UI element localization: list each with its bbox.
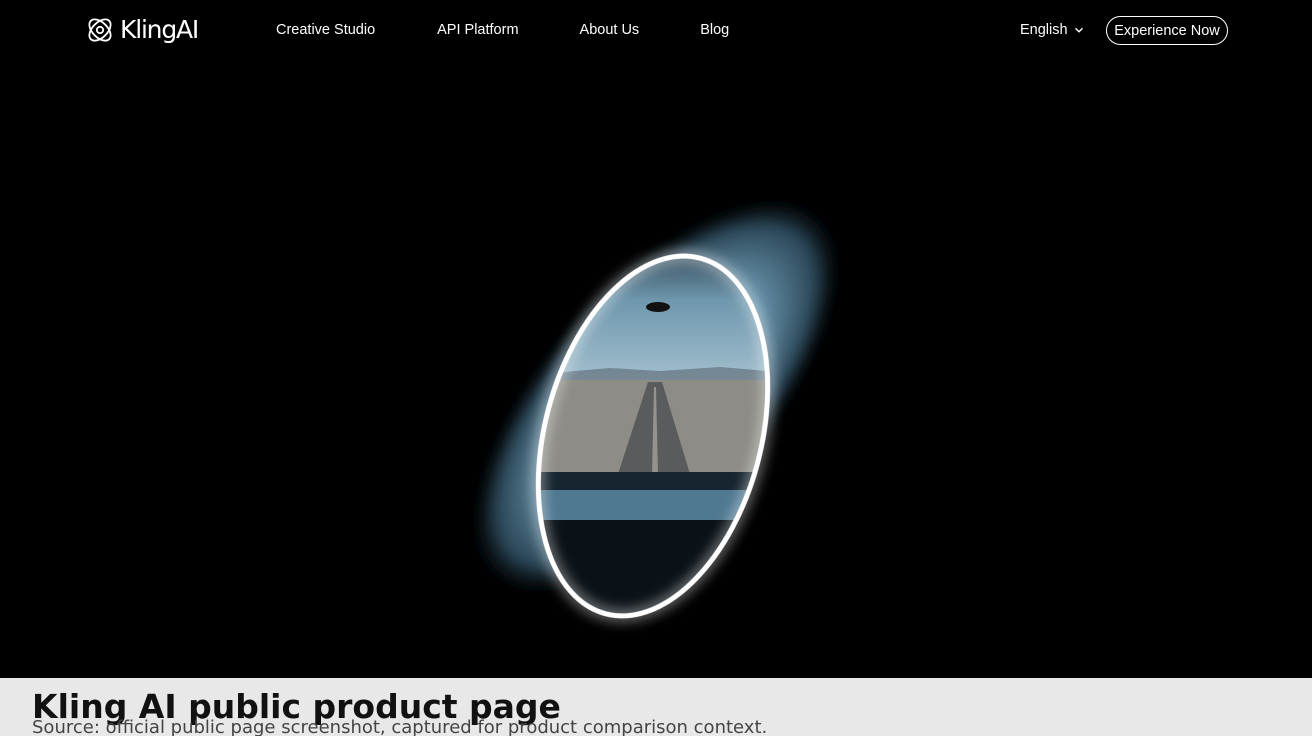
caption-bar: Kling AI public product page Source: off… <box>0 678 1312 736</box>
page: KlingAI Creative Studio API Platform Abo… <box>0 0 1312 736</box>
experience-now-button[interactable]: Experience Now <box>1106 16 1228 45</box>
nav-link-blog[interactable]: Blog <box>700 21 729 39</box>
chevron-down-icon <box>1074 25 1084 35</box>
language-label: English <box>1020 22 1068 38</box>
logo-text: KlingAI <box>120 15 199 44</box>
top-navigation: KlingAI Creative Studio API Platform Abo… <box>0 0 1312 62</box>
hero-portal-visual <box>469 195 843 632</box>
nav-link-about-us[interactable]: About Us <box>580 21 640 39</box>
nav-link-creative-studio[interactable]: Creative Studio <box>276 21 375 39</box>
kling-logo-icon <box>84 14 116 46</box>
caption-subtitle: Source: official public page screenshot,… <box>32 717 768 736</box>
nav-link-api-platform[interactable]: API Platform <box>437 21 518 39</box>
hero-section <box>0 62 1312 678</box>
logo-link[interactable]: KlingAI <box>84 14 199 46</box>
main-nav-links: Creative Studio API Platform About Us Bl… <box>276 21 729 39</box>
language-selector[interactable]: English <box>1020 21 1084 39</box>
